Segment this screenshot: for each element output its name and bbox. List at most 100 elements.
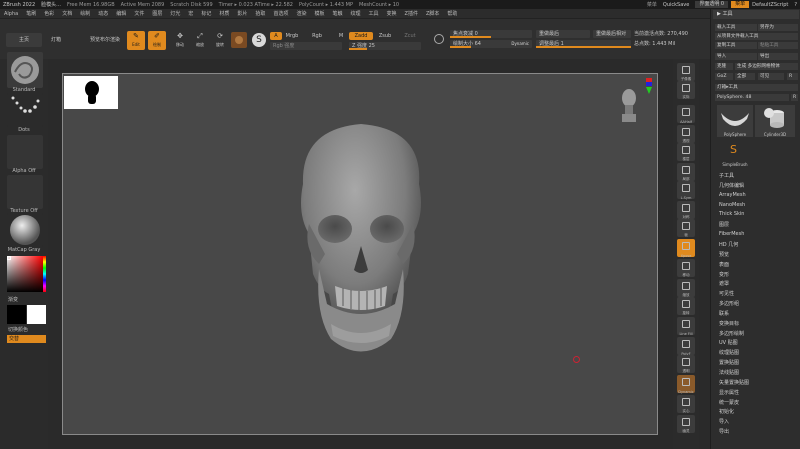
mrgb-toggle[interactable]: Mrgb — [284, 32, 300, 40]
skull-model[interactable] — [63, 74, 659, 436]
subpalette-item[interactable]: 可见性 — [719, 290, 734, 297]
right-shelf-button[interactable]: 实心 — [677, 395, 695, 413]
subpalette-item[interactable]: 矢量置换贴图 — [719, 379, 749, 386]
brush-selector[interactable] — [7, 52, 43, 88]
right-shelf-button[interactable]: Line Fill — [677, 317, 695, 336]
quicksave-button[interactable]: QuickSave — [660, 2, 692, 8]
stroke-selector[interactable] — [7, 93, 43, 127]
redo-last-relative-button[interactable]: 重做最后相对 — [593, 30, 631, 38]
right-shelf-button[interactable]: 透视 — [677, 125, 695, 143]
subpalette-item[interactable]: NanoMesh — [719, 202, 745, 208]
navigation-head-icon[interactable] — [619, 86, 641, 124]
menu-item[interactable]: 标记 — [197, 10, 215, 17]
save-as-button[interactable]: 另存为 — [758, 24, 798, 31]
subpalette-item[interactable]: 纹理贴图 — [719, 349, 739, 356]
menu-item[interactable]: 动态 — [94, 10, 112, 17]
subpalette-item[interactable]: 导出 — [719, 428, 729, 435]
transparency-slider[interactable]: 界面透明 0 — [695, 1, 729, 8]
tool-thumb-cylinder3d[interactable]: Cylinder3D — [755, 105, 795, 137]
subpalette-item[interactable]: ArrayMesh — [719, 192, 746, 198]
right-shelf-button[interactable]: L.Sym — [677, 181, 695, 200]
lightbox-button[interactable]: 灯箱 — [44, 33, 68, 47]
menu-item[interactable]: 绘制 — [76, 10, 94, 17]
z-intensity-slider[interactable]: Z 强度 25 — [349, 42, 421, 50]
zadd-toggle[interactable]: Zadd — [349, 32, 373, 40]
tool-panel-header[interactable]: ▶ 工具 — [713, 10, 799, 19]
redo-last-button[interactable]: 重做最后 — [536, 30, 590, 38]
right-shelf-button[interactable]: 对称 — [677, 201, 695, 219]
import-button[interactable]: 导入 — [715, 53, 757, 60]
menu-item[interactable]: 图层 — [148, 10, 166, 17]
adjust-last-slider[interactable]: 调整最后 1 — [536, 40, 631, 48]
current-tool-r-button[interactable]: R — [791, 94, 798, 101]
right-shelf-button[interactable]: AAHalf — [677, 105, 695, 124]
subpalette-item[interactable]: 变形 — [719, 271, 729, 278]
default-script-button[interactable]: DefaultZScript — [749, 2, 791, 8]
menu-item[interactable]: 笔触 — [328, 10, 346, 17]
menu-item[interactable]: 编辑 — [112, 10, 130, 17]
menu-item[interactable]: 首选项 — [269, 10, 292, 17]
focal-shift-icon[interactable] — [434, 34, 444, 44]
main-color-swatch[interactable] — [7, 305, 26, 324]
alpha-selector[interactable] — [7, 135, 43, 169]
subpalette-item[interactable]: 置换贴图 — [719, 359, 739, 366]
goz-visible-button[interactable]: 可见 — [758, 73, 784, 80]
subpalette-item[interactable]: 遮罩 — [719, 280, 729, 287]
draw-size-slider[interactable]: 绘制大小 64 Dynamic — [450, 40, 532, 48]
rotate-button[interactable]: ⟳ 旋转 — [211, 31, 229, 50]
goz-button[interactable]: GoZ — [715, 73, 733, 80]
right-shelf-button[interactable]: PolyF — [677, 337, 695, 356]
right-shelf-button[interactable]: 缩放 — [677, 279, 695, 297]
subpalette-item[interactable]: 几何体编辑 — [719, 182, 744, 189]
right-shelf-button[interactable]: 透明 — [677, 355, 695, 373]
right-shelf-button[interactable]: 旋转 — [677, 297, 695, 315]
subpalette-item[interactable]: Thick Skin — [719, 211, 744, 217]
color-picker-handle[interactable] — [7, 256, 11, 260]
right-shelf-button[interactable]: 局部 — [677, 163, 695, 181]
menu-item[interactable]: 帮助 — [443, 10, 461, 17]
menu-item[interactable]: 灯光 — [166, 10, 184, 17]
lightbox-tools-button[interactable]: 灯箱▸工具 — [715, 84, 798, 91]
menu-item[interactable]: 工具 — [365, 10, 383, 17]
menu-item[interactable]: 宏 — [184, 10, 197, 17]
load-from-project-button[interactable]: 从项目文件载入工具 — [715, 33, 798, 40]
canvas-viewport[interactable] — [62, 73, 658, 435]
subpalette-item[interactable]: 多边形组 — [719, 300, 739, 307]
edit-button[interactable]: ✎ Edit — [127, 31, 145, 50]
a-toggle[interactable]: A — [270, 32, 282, 40]
right-shelf-button[interactable]: 实际 — [677, 81, 695, 99]
subpalette-item[interactable]: 子工具 — [719, 172, 734, 179]
m-toggle[interactable]: M — [336, 32, 346, 40]
subpalette-item[interactable]: 图层 — [719, 221, 729, 228]
menu-item[interactable]: 色彩 — [40, 10, 58, 17]
goz-all-button[interactable]: 全部 — [735, 73, 755, 80]
paste-tool-button[interactable]: 粘贴工具 — [758, 42, 798, 49]
move-button[interactable]: ✥ 移动 — [171, 31, 189, 50]
spotlight-icon[interactable]: S — [252, 33, 266, 47]
subpalette-item[interactable]: 初始化 — [719, 408, 734, 415]
subpalette-item[interactable]: UV 贴图 — [719, 339, 738, 346]
make-polymesh-button[interactable]: 生成 多边形网格物体 — [735, 63, 798, 70]
right-shelf-button[interactable]: Dynamic — [677, 375, 695, 394]
subpalette-item[interactable]: 显示属性 — [719, 389, 739, 396]
menu-item[interactable]: 变换 — [383, 10, 401, 17]
export-button[interactable]: 导出 — [758, 53, 798, 60]
subpalette-item[interactable]: 导入 — [719, 418, 729, 425]
menu-item[interactable]: 影片 — [233, 10, 251, 17]
texture-selector[interactable] — [7, 175, 43, 209]
right-shelf-button[interactable]: 移动 — [677, 259, 695, 277]
subpalette-item[interactable]: 法线贴图 — [719, 369, 739, 376]
right-shelf-button[interactable]: 子像素 — [677, 63, 695, 81]
secondary-color-swatch[interactable] — [27, 305, 46, 324]
menu-item[interactable]: 纹理 — [347, 10, 365, 17]
right-shelf-button[interactable]: 帧 — [677, 219, 695, 237]
clone-button[interactable]: 克隆 — [715, 63, 733, 70]
document-thumbnail[interactable] — [64, 76, 118, 109]
subpalette-item[interactable]: 多边形绘制 — [719, 330, 744, 337]
zcut-toggle[interactable]: Zcut — [402, 32, 418, 40]
subpalette-item[interactable]: 统一蒙皮 — [719, 399, 739, 406]
material-selector[interactable] — [7, 213, 43, 247]
menu-item[interactable]: 笔刷 — [22, 10, 40, 17]
focal-shift-slider[interactable]: 焦点衰减 0 — [450, 30, 532, 38]
load-tool-button[interactable]: 载入工具 — [715, 24, 757, 31]
